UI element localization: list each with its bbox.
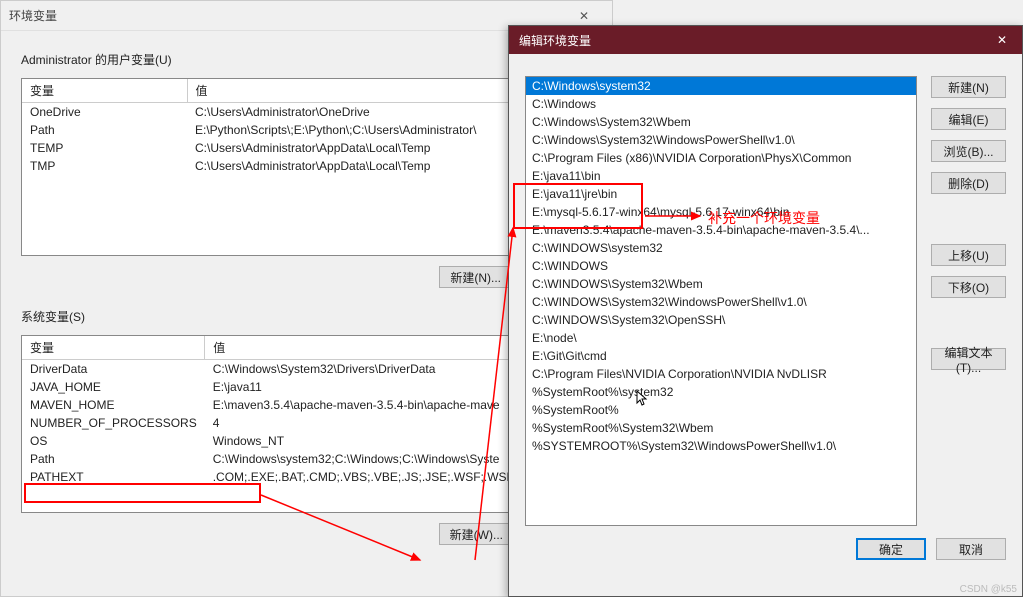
edit-window-title: 编辑环境变量 xyxy=(519,32,982,49)
variable-name: DriverData xyxy=(22,360,205,379)
table-row[interactable]: JAVA_HOMEE:\java11 xyxy=(22,378,591,396)
user-new-button[interactable]: 新建(N)... xyxy=(439,266,512,288)
system-new-button[interactable]: 新建(W)... xyxy=(439,523,514,545)
variable-name: NUMBER_OF_PROCESSORS xyxy=(22,414,205,432)
table-row[interactable]: PathC:\Windows\system32;C:\Windows;C:\Wi… xyxy=(22,450,591,468)
edit-environment-variable-window: 编辑环境变量 ✕ C:\Windows\system32C:\WindowsC:… xyxy=(508,25,1023,597)
cancel-button[interactable]: 取消 xyxy=(936,538,1006,560)
move-up-button[interactable]: 上移(U) xyxy=(931,244,1006,266)
edit-close-button[interactable]: ✕ xyxy=(982,26,1022,54)
variable-name: JAVA_HOME xyxy=(22,378,205,396)
annotation-text: 补充一个环境变量 xyxy=(708,208,820,228)
table-row[interactable]: PathE:\Python\Scripts\;E:\Python\;C:\Use… xyxy=(22,121,591,139)
table-row[interactable]: TEMPC:\Users\Administrator\AppData\Local… xyxy=(22,139,591,157)
table-row[interactable]: TMPC:\Users\Administrator\AppData\Local\… xyxy=(22,157,591,175)
browse-button[interactable]: 浏览(B)... xyxy=(931,140,1006,162)
cursor-icon xyxy=(636,390,650,413)
list-item[interactable]: C:\Program Files (x86)\NVIDIA Corporatio… xyxy=(526,149,916,167)
list-item[interactable]: %SYSTEMROOT%\System32\WindowsPowerShell\… xyxy=(526,437,916,455)
list-item[interactable]: %SystemRoot%\System32\Wbem xyxy=(526,419,916,437)
list-item[interactable]: C:\Windows\System32\WindowsPowerShell\v1… xyxy=(526,131,916,149)
edit-titlebar[interactable]: 编辑环境变量 ✕ xyxy=(509,26,1022,54)
ok-button[interactable]: 确定 xyxy=(856,538,926,560)
user-variables-label: Administrator 的用户变量(U) xyxy=(21,51,592,68)
variable-name: Path xyxy=(22,450,205,468)
watermark: CSDN @k55 xyxy=(960,584,1017,595)
edit-button[interactable]: 编辑(E) xyxy=(931,108,1006,130)
table-row[interactable]: OSWindows_NT xyxy=(22,432,591,450)
list-item[interactable]: E:\Git\Git\cmd xyxy=(526,347,916,365)
table-row[interactable]: MAVEN_HOMEE:\maven3.5.4\apache-maven-3.5… xyxy=(22,396,591,414)
list-item[interactable]: %SystemRoot%\system32 xyxy=(526,383,916,401)
table-row[interactable]: NUMBER_OF_PROCESSORS4 xyxy=(22,414,591,432)
list-item[interactable]: C:\WINDOWS\System32\Wbem xyxy=(526,275,916,293)
delete-button[interactable]: 删除(D) xyxy=(931,172,1006,194)
table-row[interactable]: OneDriveC:\Users\Administrator\OneDrive xyxy=(22,103,591,122)
list-item[interactable]: C:\WINDOWS\System32\OpenSSH\ xyxy=(526,311,916,329)
close-icon: ✕ xyxy=(579,9,589,23)
list-item[interactable]: C:\Program Files\NVIDIA Corporation\NVID… xyxy=(526,365,916,383)
list-item[interactable]: %SystemRoot% xyxy=(526,401,916,419)
list-item[interactable]: C:\WINDOWS xyxy=(526,257,916,275)
col-variable[interactable]: 变量 xyxy=(22,79,187,103)
path-values-listbox[interactable]: C:\Windows\system32C:\WindowsC:\Windows\… xyxy=(525,76,917,526)
list-item[interactable]: E:\java11\bin xyxy=(526,167,916,185)
variable-name: MAVEN_HOME xyxy=(22,396,205,414)
move-down-button[interactable]: 下移(O) xyxy=(931,276,1006,298)
edit-text-button[interactable]: 编辑文本(T)... xyxy=(931,348,1006,370)
list-item[interactable]: C:\Windows\System32\Wbem xyxy=(526,113,916,131)
variable-name: OS xyxy=(22,432,205,450)
variable-name: PATHEXT xyxy=(22,468,205,486)
user-variables-table[interactable]: 变量 值 OneDriveC:\Users\Administrator\OneD… xyxy=(21,78,592,256)
new-button[interactable]: 新建(N) xyxy=(931,76,1006,98)
table-row[interactable]: DriverDataC:\Windows\System32\Drivers\Dr… xyxy=(22,360,591,379)
list-item[interactable]: C:\WINDOWS\system32 xyxy=(526,239,916,257)
list-item[interactable]: C:\WINDOWS\System32\WindowsPowerShell\v1… xyxy=(526,293,916,311)
system-variables-label: 系统变量(S) xyxy=(21,308,592,325)
variable-name: OneDrive xyxy=(22,103,187,122)
list-item[interactable]: C:\Windows xyxy=(526,95,916,113)
env-window-title: 环境变量 xyxy=(9,7,564,24)
variable-name: TEMP xyxy=(22,139,187,157)
close-icon: ✕ xyxy=(997,33,1007,47)
table-row[interactable]: PATHEXT.COM;.EXE;.BAT;.CMD;.VBS;.VBE;.JS… xyxy=(22,468,591,486)
variable-name: TMP xyxy=(22,157,187,175)
system-variables-table[interactable]: 变量 值 DriverDataC:\Windows\System32\Drive… xyxy=(21,335,592,513)
variable-name: Path xyxy=(22,121,187,139)
list-item[interactable]: E:\node\ xyxy=(526,329,916,347)
col-variable[interactable]: 变量 xyxy=(22,336,205,360)
list-item[interactable]: C:\Windows\system32 xyxy=(526,77,916,95)
list-item[interactable]: E:\java11\jre\bin xyxy=(526,185,916,203)
